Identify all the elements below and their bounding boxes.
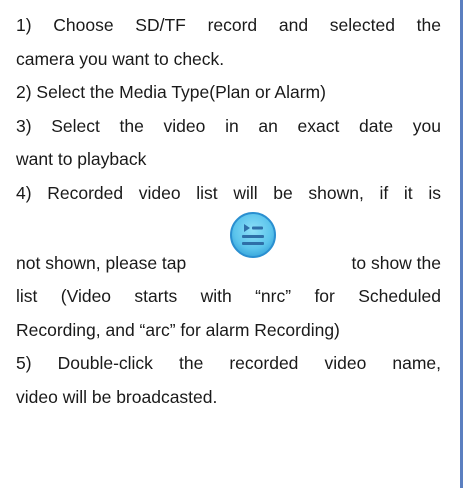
step4-line1: 4) Recorded video list will be shown, if it is [16,177,441,211]
word: is [428,182,441,203]
word: Scheduled [358,286,441,306]
playlist-icon [230,212,276,258]
word: exact [297,115,340,136]
step4-line2-left: not shown, please tap [16,252,187,273]
word: the [178,353,204,373]
step4-line4: Recording, and “arc” for alarm Recording… [16,319,340,340]
word: with [200,286,232,306]
word: list [196,182,218,203]
word: (Video [60,286,112,306]
step4-line2-right: to show the [351,252,442,273]
word: recorded [229,353,299,373]
word: shown, [308,182,364,203]
word: SD/TF [135,15,186,35]
word: name, [392,353,441,373]
step4-line3: list (Video starts with “nrc” for Scheduled [16,280,441,314]
word: selected [329,15,395,35]
word: 5) [16,353,32,373]
document-page: 1) Choose SD/TF record and selected the camera… [0,0,463,488]
word: 3) [16,115,32,136]
word: list [16,286,38,306]
step1-line1: 1) Choose SD/TF record and selected the [16,9,441,43]
word: “nrc” [255,286,292,306]
step5-line1: 5) Double-click the recorded video name, [16,347,441,381]
step2-line: 2) Select the Media Type(Plan or Alarm) [16,82,326,102]
word: record [207,15,258,35]
word: and [278,15,309,35]
word: if [379,182,389,203]
word: be [273,182,293,203]
word: the [119,115,144,136]
word: Choose [53,15,114,35]
step1-line2: camera you want to check. [16,48,225,69]
word: will [233,182,258,203]
step4-line2: not shown, please tap to show the [16,210,441,280]
step3-line2: want to playback [16,149,147,169]
word: video [138,182,181,203]
word: it [403,182,413,203]
word: Recorded [47,182,124,203]
word: starts [134,286,178,306]
word: 1) [16,15,32,35]
word: an [258,115,278,136]
word: Double-click [57,353,153,373]
instructions-block: 1) Choose SD/TF record and selected the camera… [16,9,441,414]
word: for [314,286,335,306]
word: date [359,115,394,136]
step3-line1: 3) Select the video in an exact date you [16,110,441,144]
word: Select [51,115,100,136]
word: in [225,115,239,136]
word: the [416,15,441,35]
word: 4) [16,182,32,203]
step5-line2: video will be broadcasted. [16,386,218,407]
word: you [412,115,441,136]
word: video [324,353,367,373]
word: video [163,115,206,136]
